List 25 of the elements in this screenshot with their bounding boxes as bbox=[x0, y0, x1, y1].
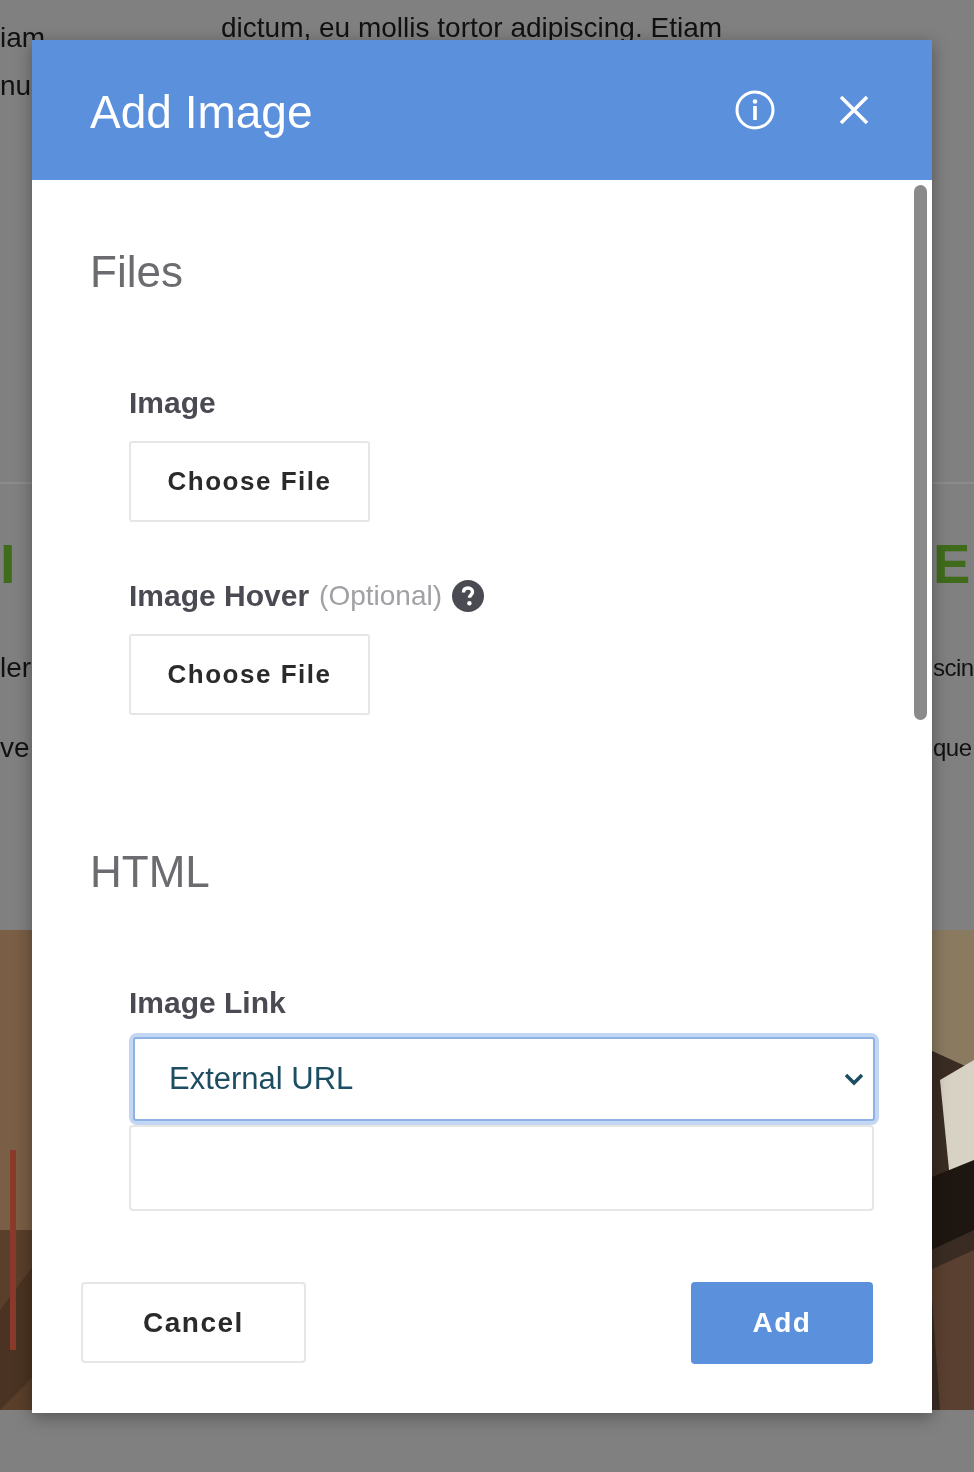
body-text: ler bbox=[0, 652, 32, 684]
info-icon[interactable] bbox=[734, 89, 776, 131]
field-label: Image Hover bbox=[129, 578, 310, 614]
choose-file-button[interactable]: Choose File bbox=[129, 441, 370, 522]
field-label: Image Link bbox=[129, 985, 286, 1021]
body-text: scin bbox=[933, 653, 974, 683]
heading-text: I bbox=[0, 534, 16, 594]
body-text: nu bbox=[0, 70, 32, 102]
dialog-title: Add Image bbox=[90, 86, 314, 138]
cancel-button[interactable]: Cancel bbox=[81, 1282, 306, 1363]
body-text: ve bbox=[0, 732, 30, 764]
scrollbar[interactable] bbox=[914, 185, 927, 720]
help-icon[interactable] bbox=[452, 580, 484, 612]
optional-note: (Optional) bbox=[319, 579, 442, 613]
body-text: dictum, eu mollis tortor adipiscing. Etiam bbox=[221, 14, 723, 42]
heading-text: E bbox=[933, 534, 971, 594]
choose-file-button[interactable]: Choose File bbox=[129, 634, 370, 715]
url-input[interactable] bbox=[129, 1125, 874, 1211]
close-icon[interactable] bbox=[838, 94, 870, 126]
section-heading: Files bbox=[90, 246, 184, 298]
body-text: que bbox=[933, 733, 972, 763]
section-heading: HTML bbox=[90, 846, 211, 898]
field-label: Image bbox=[129, 385, 216, 421]
chevron-icon bbox=[843, 1072, 865, 1086]
select-field[interactable]: External URL bbox=[133, 1037, 875, 1121]
